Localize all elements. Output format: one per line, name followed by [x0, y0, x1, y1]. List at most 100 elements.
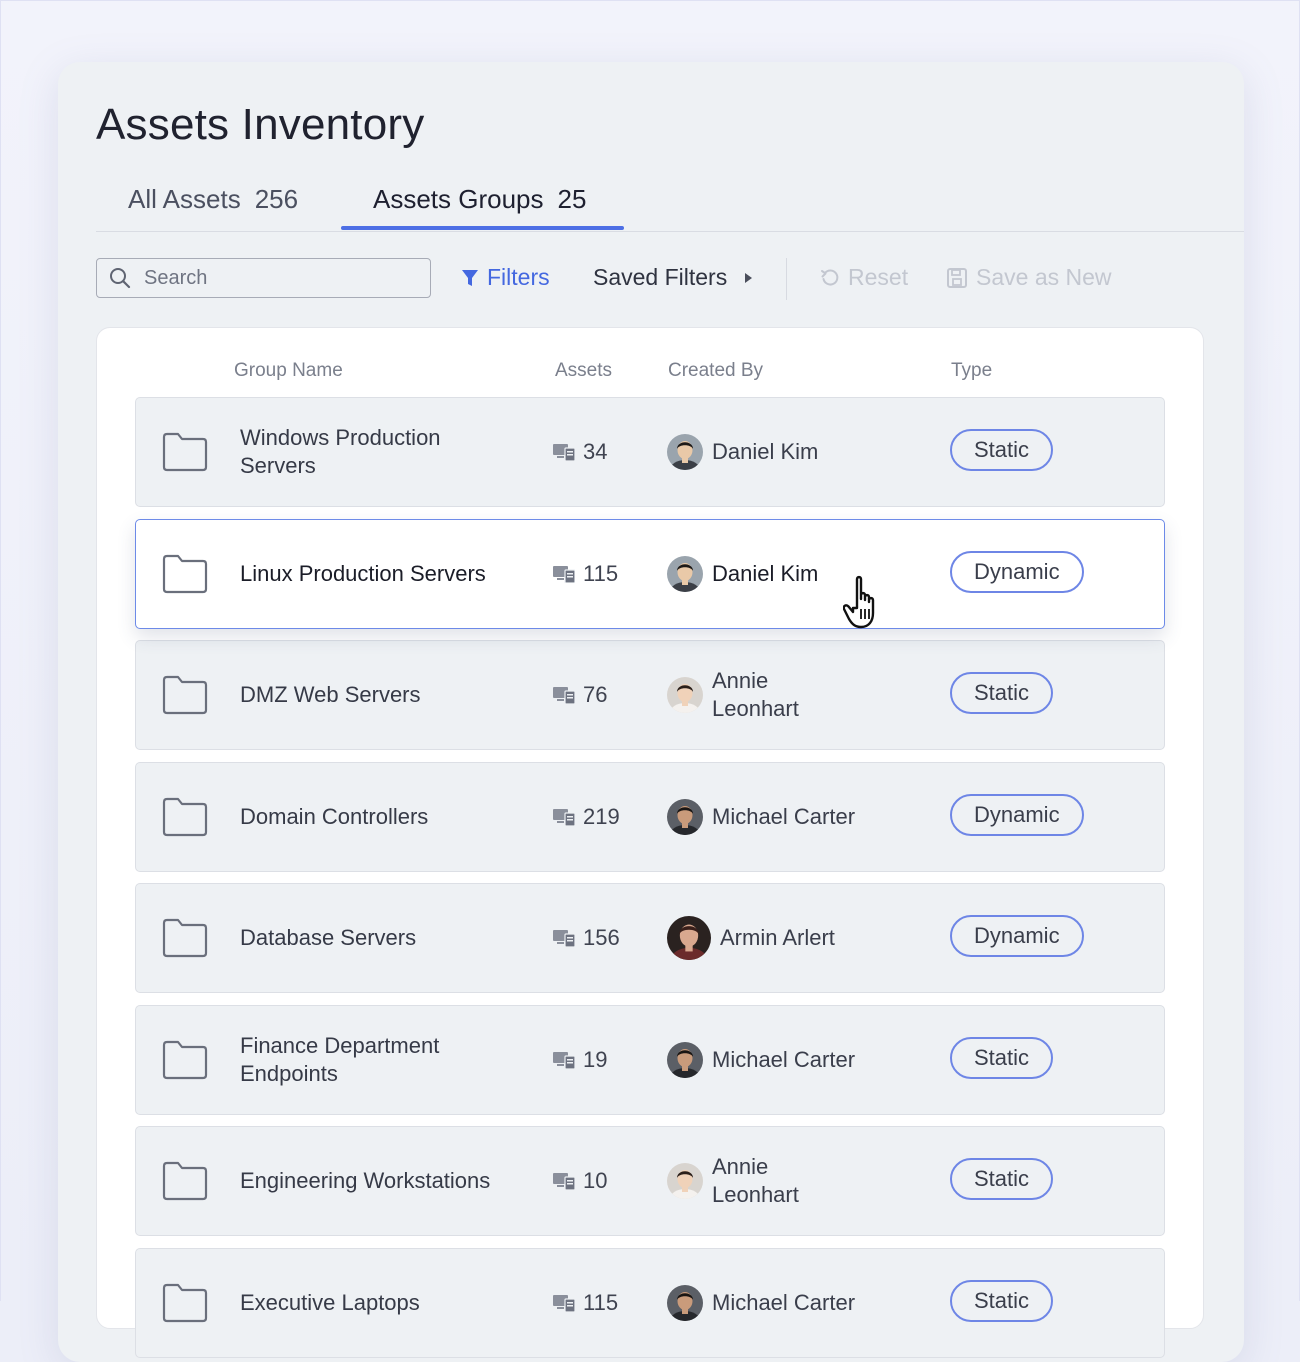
folder-icon-wrap	[162, 675, 208, 720]
type-badge[interactable]: Static	[950, 672, 1054, 714]
table-row[interactable]: Finance Department Endpoints 19 Michael Ca…	[135, 1004, 1165, 1115]
devices-icon	[553, 444, 575, 461]
group-name[interactable]: Domain Controllers	[240, 763, 500, 871]
creator-name: Michael Carter	[712, 1289, 856, 1315]
column-header-assets[interactable]: Assets	[555, 360, 612, 382]
avatar	[667, 555, 703, 592]
folder-icon-wrap	[162, 554, 208, 599]
save-icon	[947, 267, 967, 288]
tab-count: 256	[254, 184, 299, 214]
avatar	[667, 1041, 703, 1078]
groups-table: Group Name Assets Created By Type Window…	[96, 327, 1204, 1358]
tab-all-assets[interactable]: All Assets 256	[128, 184, 298, 215]
group-name[interactable]: Database Servers	[240, 884, 500, 992]
table-row[interactable]: Windows Production Servers 34 Daniel Kim St…	[135, 397, 1165, 507]
folder-icon	[162, 1040, 208, 1079]
folder-icon	[162, 1283, 208, 1322]
folder-icon-wrap	[162, 918, 208, 963]
asset-count: 76	[553, 641, 607, 749]
reset-icon	[821, 269, 839, 285]
save-as-new-button[interactable]: Save as New	[946, 264, 1112, 291]
toolbar-divider	[786, 258, 787, 300]
table-row[interactable]: Domain Controllers 219 Michael Carter Dynam…	[135, 761, 1165, 872]
asset-count: 10	[553, 1127, 607, 1235]
asset-count-value: 76	[583, 682, 608, 707]
created-by: Daniel Kim	[667, 520, 818, 628]
created-by: Daniel Kim	[667, 398, 818, 506]
table-row[interactable]: Engineering Workstations 10 Annie Leonhart…	[135, 1126, 1165, 1236]
type-badge[interactable]: Static	[950, 1036, 1054, 1079]
devices-icon	[553, 1051, 575, 1069]
avatar	[667, 677, 703, 713]
avatar	[667, 916, 711, 960]
avatar	[667, 1163, 703, 1199]
creator-name: Annie Leonhart	[712, 668, 799, 721]
asset-count-value: 156	[583, 925, 620, 950]
asset-count-value: 10	[583, 1168, 608, 1193]
group-name-text: Windows Production Servers	[240, 425, 441, 478]
created-by: Michael Carter	[667, 763, 855, 871]
active-tab-indicator	[341, 226, 624, 230]
reset-button[interactable]: Reset	[820, 264, 908, 291]
save-as-new-label: Save as New	[976, 264, 1112, 290]
saved-filters-label: Saved Filters	[593, 264, 728, 290]
group-name[interactable]: Engineering Workstations	[240, 1127, 500, 1235]
tab-bar: All Assets 256 Assets Groups 25	[96, 170, 1244, 232]
creator-name: Michael Carter	[712, 803, 856, 829]
filters-button[interactable]: Filters	[461, 264, 550, 291]
search-box[interactable]	[96, 258, 431, 298]
created-by: Michael Carter	[667, 1249, 855, 1357]
folder-icon	[162, 675, 208, 715]
column-header-group-name[interactable]: Group Name	[234, 360, 343, 382]
type-badge[interactable]: Dynamic	[950, 793, 1084, 836]
asset-count-value: 115	[583, 1289, 619, 1315]
group-name-text: Executive Laptops	[240, 1289, 420, 1315]
created-by: Annie Leonhart	[667, 641, 822, 749]
type-badge[interactable]: Dynamic	[950, 550, 1084, 593]
devices-icon	[553, 565, 575, 583]
group-name-text: Finance Department Endpoints	[240, 1032, 440, 1086]
saved-filters-button[interactable]: Saved Filters	[593, 264, 755, 291]
type-badge[interactable]: Static	[950, 1279, 1054, 1322]
asset-count: 19	[553, 1006, 607, 1114]
created-by: Annie Leonhart	[667, 1127, 822, 1235]
group-name[interactable]: DMZ Web Servers	[240, 641, 500, 749]
devices-icon	[553, 687, 575, 704]
folder-icon-wrap	[162, 1161, 208, 1206]
search-input[interactable]	[142, 265, 406, 291]
caret-right-icon	[745, 272, 753, 283]
type-badge[interactable]: Static	[950, 429, 1054, 471]
asset-count: 115	[553, 1249, 618, 1357]
asset-count: 219	[553, 763, 620, 871]
column-header-type[interactable]: Type	[951, 360, 992, 382]
creator-name: Annie Leonhart	[712, 1154, 799, 1207]
column-header-created-by[interactable]: Created By	[668, 360, 763, 382]
avatar	[667, 798, 703, 835]
devices-icon	[553, 1294, 575, 1312]
group-name[interactable]: Linux Production Servers	[240, 520, 500, 628]
type-badge[interactable]: Static	[950, 1158, 1054, 1200]
asset-count-value: 115	[583, 560, 619, 586]
devices-icon	[553, 808, 575, 826]
page-title: Assets Inventory	[96, 100, 425, 149]
group-name-text: DMZ Web Servers	[240, 682, 421, 707]
folder-icon	[162, 797, 208, 836]
type-badge[interactable]: Dynamic	[950, 915, 1084, 957]
table-row[interactable]: DMZ Web Servers 76 Annie Leonhart Static	[135, 640, 1165, 750]
group-name[interactable]: Executive Laptops	[240, 1249, 500, 1357]
table-row[interactable]: Database Servers 156 Armin Arlert Dynamic	[135, 883, 1165, 993]
table-row[interactable]: Executive Laptops 115 Michael Carter Static	[135, 1247, 1165, 1358]
search-icon	[110, 268, 131, 289]
table-row[interactable]: Linux Production Servers 115 Daniel Kim Dyn…	[135, 518, 1165, 629]
creator-name: Armin Arlert	[720, 925, 835, 950]
group-name[interactable]: Finance Department Endpoints	[240, 1006, 500, 1114]
filters-label: Filters	[487, 264, 550, 290]
folder-icon	[162, 554, 208, 593]
group-name[interactable]: Windows Production Servers	[240, 398, 500, 506]
creator-name: Daniel Kim	[712, 439, 819, 464]
folder-icon	[162, 918, 208, 958]
asset-count: 34	[553, 398, 607, 506]
tab-assets-groups[interactable]: Assets Groups 25	[373, 184, 586, 215]
devices-icon	[553, 1173, 575, 1190]
folder-icon-wrap	[162, 432, 208, 477]
